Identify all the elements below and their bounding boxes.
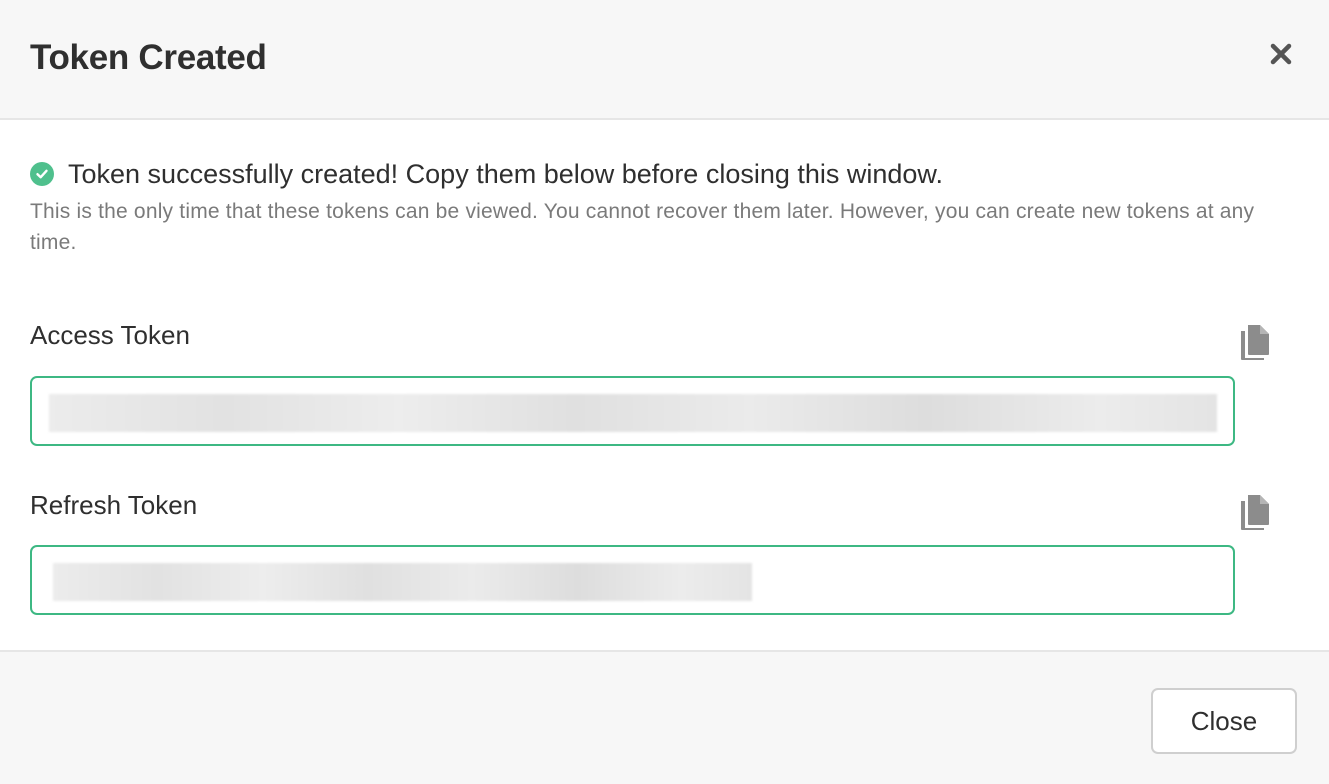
- close-icon[interactable]: [1266, 38, 1296, 70]
- check-circle-icon: [30, 162, 54, 186]
- dialog-title: Token Created: [30, 38, 267, 77]
- access-token-label: Access Token: [30, 320, 190, 350]
- copy-icon[interactable]: [1236, 322, 1274, 362]
- access-token-value: [49, 394, 1217, 432]
- hint-text: This is the only time that these tokens …: [30, 200, 1255, 254]
- refresh-token-label: Refresh Token: [30, 490, 198, 520]
- success-text: Token successfully created! Copy them be…: [68, 158, 943, 189]
- dialog-footer: Close: [0, 650, 1329, 784]
- refresh-token-value: [53, 563, 752, 601]
- success-message: Token successfully created! Copy them be…: [30, 158, 943, 190]
- token-created-dialog: Token Created Token successfully created…: [0, 0, 1329, 784]
- access-token-field[interactable]: [30, 376, 1235, 446]
- close-button[interactable]: Close: [1151, 688, 1297, 754]
- refresh-token-field[interactable]: [30, 545, 1235, 615]
- dialog-header: Token Created: [0, 0, 1329, 120]
- dialog-body: Token successfully created! Copy them be…: [0, 120, 1329, 652]
- copy-icon[interactable]: [1236, 492, 1274, 532]
